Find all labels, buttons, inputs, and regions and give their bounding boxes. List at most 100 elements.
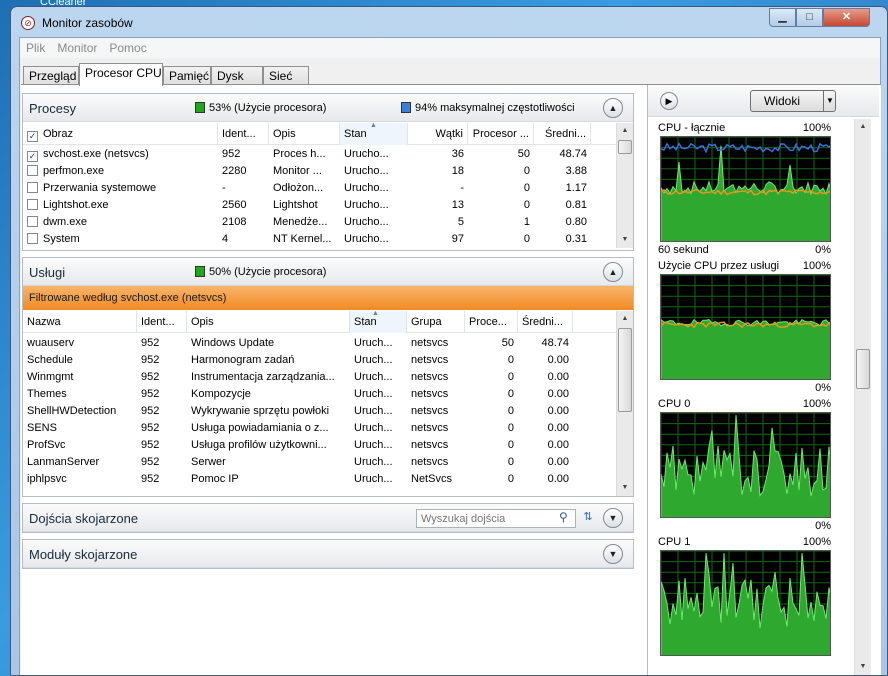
graph-time-label: 60 sekund [658, 244, 709, 256]
col-pid[interactable]: Ident... [137, 311, 187, 333]
cpu0-plot [661, 413, 830, 517]
service-cpu: 0 [507, 456, 514, 468]
process-row[interactable]: dwm.exe 2108 Menedże... Urucho... 5 1 0.80 [23, 214, 615, 231]
scroll-down-icon[interactable]: ▼ [617, 232, 633, 248]
menu-file[interactable]: Plik [20, 38, 51, 55]
process-row[interactable]: ✓ svchost.exe (netsvcs) 952 Proces h... Uruc… [23, 146, 615, 163]
modules-section: Moduły skojarzone ▼ [22, 539, 634, 569]
search-handles-input[interactable] [416, 509, 576, 528]
service-row[interactable]: LanmanServer 952 Serwer Uruch... netsvcs 0 0.0… [23, 454, 615, 471]
service-group: netsvcs [411, 354, 449, 366]
col-description[interactable]: Opis [269, 123, 340, 145]
col-group[interactable]: Grupa [407, 311, 465, 333]
title-bar[interactable]: ⊘ Monitor zasobów ▁ □ ✕ [11, 7, 887, 37]
close-button[interactable]: ✕ [823, 8, 870, 27]
scroll-thumb[interactable] [856, 349, 870, 389]
service-desc: Usługa profilów użytkowni... [191, 439, 327, 451]
process-checkbox[interactable]: ✓ [27, 151, 38, 162]
process-checkbox[interactable] [27, 182, 38, 193]
graph-pane-scrollbar[interactable]: ▲ ▼ [854, 119, 871, 675]
tab-overview[interactable]: Przegląd [23, 66, 79, 85]
services-scrollbar[interactable]: ▲ ▼ [616, 311, 633, 496]
menu-help[interactable]: Pomoc [103, 38, 152, 55]
chevron-down-icon[interactable]: ▼ [603, 508, 623, 528]
service-row[interactable]: Winmgmt 952 Instrumentacja zarządzania... U… [23, 369, 615, 386]
scroll-down-icon[interactable]: ▼ [855, 659, 871, 675]
scroll-up-icon[interactable]: ▲ [617, 123, 633, 139]
select-all-checkbox[interactable]: ✓ [27, 131, 38, 142]
graph-title: CPU 0 [658, 398, 691, 410]
service-row[interactable]: Schedule 952 Harmonogram zadań Uruch... nets… [23, 352, 615, 369]
col-description[interactable]: Opis [187, 311, 350, 333]
maximize-button[interactable]: □ [796, 8, 823, 27]
service-pid: 952 [141, 354, 160, 366]
refresh-icon[interactable]: ⇅ [579, 508, 597, 526]
graph-max-label: 100% [802, 122, 831, 134]
process-checkbox[interactable] [27, 199, 38, 210]
process-row[interactable]: Przerwania systemowe - Odłożon... Urucho...… [23, 180, 615, 197]
scroll-thumb[interactable] [618, 328, 632, 412]
service-row[interactable]: iphlpsvc 952 Pomoc IP Uruch... NetSvcs 0 0.00 [23, 471, 615, 488]
process-row[interactable]: System 4 NT Kernel... Urucho... 97 0 0.31 [23, 231, 615, 248]
process-avg: 0.31 [565, 233, 587, 245]
tab-memory[interactable]: Pamięć [163, 66, 211, 85]
modules-header[interactable]: Moduły skojarzone ▼ [23, 540, 633, 568]
process-row[interactable]: Lightshot.exe 2560 Lightshot Urucho... 13 0 0.… [23, 197, 615, 214]
scroll-thumb[interactable] [618, 140, 632, 154]
chevron-up-icon[interactable]: ▲ [603, 262, 623, 282]
tab-cpu[interactable]: Procesor CPU [79, 63, 163, 86]
service-group: netsvcs [411, 422, 449, 434]
process-state: Urucho... [344, 165, 389, 177]
minimize-button[interactable]: ▁ [769, 8, 796, 27]
processes-header[interactable]: Procesy 53% (Użycie procesora) 94% maksy… [23, 94, 633, 122]
chevron-down-icon[interactable]: ▼ [823, 91, 836, 111]
tab-network[interactable]: Sieć [263, 66, 309, 85]
scroll-up-icon[interactable]: ▲ [855, 119, 871, 135]
services-header[interactable]: Usługi 50% (Użycie procesora) ▲ [23, 258, 633, 286]
scroll-down-icon[interactable]: ▼ [617, 480, 633, 496]
process-checkbox[interactable] [27, 165, 38, 176]
processes-section: Procesy 53% (Użycie procesora) 94% maksy… [22, 93, 634, 251]
service-row[interactable]: wuauserv 952 Windows Update Uruch... netsvcs… [23, 335, 615, 352]
scroll-up-icon[interactable]: ▲ [617, 311, 633, 327]
service-row[interactable]: ShellHWDetection 952 Wykrywanie sprzętu po… [23, 403, 615, 420]
service-group: NetSvcs [411, 473, 452, 485]
tab-disk[interactable]: Dysk [211, 66, 263, 85]
green-swatch-icon [195, 102, 205, 113]
process-row[interactable]: perfmon.exe 2280 Monitor ... Urucho... 18 0 3.… [23, 163, 615, 180]
col-average[interactable]: Średni... [518, 311, 573, 333]
col-status[interactable]: ▲ Stan [350, 311, 407, 333]
max-frequency-legend: 94% maksymalnej częstotliwości [401, 102, 575, 114]
service-row[interactable]: SENS 952 Usługa powiadamiania o z... Uruch.… [23, 420, 615, 437]
process-avg: 0.80 [565, 216, 587, 228]
chevron-up-icon[interactable]: ▲ [603, 98, 623, 118]
col-cpu[interactable]: Procesor ... [468, 123, 534, 145]
col-threads[interactable]: Wątki [408, 123, 468, 145]
handles-section: Dojścia skojarzone ⚲ ⇅ ▼ [22, 503, 634, 533]
service-avg: 0.00 [547, 405, 569, 417]
process-checkbox[interactable] [27, 216, 38, 227]
col-cpu[interactable]: Proce... [465, 311, 518, 333]
col-name[interactable]: Nazwa [23, 311, 137, 333]
chevron-right-icon[interactable]: ▶ [660, 92, 678, 110]
service-row[interactable]: ProfSvc 952 Usługa profilów użytkowni... Ur… [23, 437, 615, 454]
menu-monitor[interactable]: Monitor [51, 38, 103, 55]
col-status[interactable]: ▲ Stan [340, 123, 408, 145]
col-average[interactable]: Średni... [534, 123, 591, 145]
graph-title: CPU 1 [658, 536, 691, 548]
chevron-down-icon[interactable]: ▼ [603, 544, 623, 564]
search-icon[interactable]: ⚲ [559, 510, 568, 524]
views-button[interactable]: Widoki ▼ [750, 90, 836, 112]
service-cpu: 0 [507, 388, 514, 400]
service-row[interactable]: Themes 952 Kompozycje Uruch... netsvcs 0 0.00 [23, 386, 615, 403]
processes-scrollbar[interactable]: ▲ ▼ [616, 123, 633, 248]
col-image[interactable]: ✓ Obraz [23, 123, 218, 145]
max-frequency-text: 94% maksymalnej częstotliwości [415, 102, 575, 114]
service-desc: Kompozycje [191, 388, 251, 400]
service-pid: 952 [141, 371, 160, 383]
handles-header[interactable]: Dojścia skojarzone ⚲ ⇅ ▼ [23, 504, 633, 532]
process-checkbox[interactable] [27, 233, 38, 244]
graph-canvas [660, 550, 831, 656]
col-pid[interactable]: Ident... [218, 123, 269, 145]
cpu-tab-page: Procesy 53% (Użycie procesora) 94% maksy… [21, 84, 881, 675]
